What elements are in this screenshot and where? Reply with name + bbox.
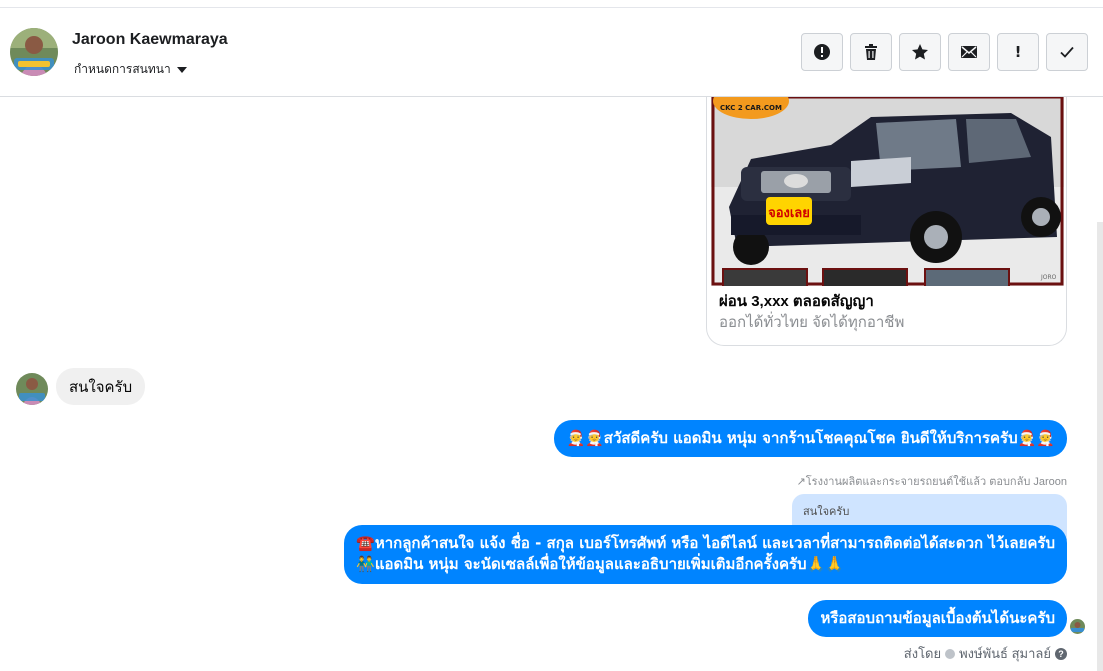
car-photo: จองเลย CKC 2 CAR.COM JORO bbox=[711, 97, 1064, 286]
sender-avatar[interactable] bbox=[16, 373, 48, 405]
product-card[interactable]: จองเลย CKC 2 CAR.COM JORO ผ่อน 3,xxx ตลอ… bbox=[706, 97, 1067, 346]
alert-circle-icon bbox=[814, 44, 830, 60]
conversation-header: Jaroon Kaewmaraya กำหนดการสนทนา ! bbox=[0, 8, 1103, 97]
top-bar bbox=[0, 0, 1103, 8]
contact-avatar[interactable] bbox=[10, 28, 58, 76]
mark-unread-button[interactable] bbox=[948, 33, 990, 71]
check-icon bbox=[1060, 46, 1074, 58]
help-icon[interactable]: ? bbox=[1055, 647, 1067, 660]
card-subtitle: ออกได้ทั่วไทย จัดได้ทุกอาชีพ bbox=[719, 314, 905, 331]
mark-done-button[interactable] bbox=[1046, 33, 1088, 71]
sent-by-label: ส่งโดย bbox=[903, 646, 942, 661]
reserve-sticker: จองเลย bbox=[768, 206, 810, 221]
assign-label: กำหนดการสนทนา bbox=[74, 62, 171, 76]
reply-context: ↗โรงงานผลิตและกระจายรถยนต์ใช้แล้ว ตอบกลั… bbox=[796, 476, 1067, 488]
outgoing-message-greeting[interactable]: 🧑‍🎄🧑‍🎄สวัสดีครับ แอดมิน หนุ่ม จากร้านโชค… bbox=[554, 420, 1067, 457]
inquiry-text: หรือสอบถามข้อมูลเบื้องต้นได้นะครับ bbox=[820, 610, 1055, 627]
spam-button[interactable] bbox=[801, 33, 843, 71]
follow-up-button[interactable]: ! bbox=[997, 33, 1039, 71]
sent-by-info: ส่งโดย พงษ์พันธ์ สุมาลย์ ? bbox=[904, 643, 1067, 664]
outgoing-message-contact-request[interactable]: ☎️หากลูกค้าสนใจ แจ้ง ชื่อ - สกุล เบอร์โท… bbox=[344, 525, 1067, 584]
incoming-message[interactable]: สนใจครับ bbox=[56, 368, 146, 405]
outgoing-message-inquiry[interactable]: หรือสอบถามข้อมูลเบื้องต้นได้นะครับ bbox=[808, 600, 1067, 637]
greeting-text: 🧑‍🎄🧑‍🎄สวัสดีครับ แอดมิน หนุ่ม จากร้านโชค… bbox=[566, 429, 1055, 447]
message-thread: จองเลย CKC 2 CAR.COM JORO ผ่อน 3,xxx ตลอ… bbox=[0, 97, 1103, 671]
envelope-icon bbox=[961, 46, 977, 58]
trash-icon bbox=[865, 44, 877, 60]
messenger-conversation: Jaroon Kaewmaraya กำหนดการสนทนา ! จองเลย… bbox=[0, 0, 1103, 671]
sent-by-name[interactable]: พงษ์พันธ์ สุมาลย์ bbox=[959, 643, 1051, 664]
caret-down-icon bbox=[176, 67, 187, 73]
contact-request-line-1: ☎️หากลูกค้าสนใจ แจ้ง ชื่อ - สกุล เบอร์โท… bbox=[356, 534, 1055, 552]
contact-name[interactable]: Jaroon Kaewmaraya bbox=[72, 31, 228, 49]
star-button[interactable] bbox=[899, 33, 941, 71]
star-icon bbox=[912, 44, 928, 60]
photo-watermark: JORO bbox=[1040, 274, 1057, 281]
scrollbar[interactable] bbox=[1097, 222, 1103, 671]
read-receipt-avatar bbox=[1070, 619, 1085, 634]
contact-request-line-2: 👬แอดมิน หนุ่ม จะนัดเซลล์เพื่อให้ข้อมูลแล… bbox=[356, 555, 844, 573]
verified-dot-icon bbox=[945, 648, 956, 659]
dealer-badge: CKC 2 CAR.COM bbox=[720, 104, 782, 112]
exclamation-icon: ! bbox=[1014, 43, 1022, 61]
delete-button[interactable] bbox=[850, 33, 892, 71]
header-actions: ! bbox=[801, 33, 1088, 71]
assign-conversation-dropdown[interactable]: กำหนดการสนทนา bbox=[74, 60, 187, 79]
